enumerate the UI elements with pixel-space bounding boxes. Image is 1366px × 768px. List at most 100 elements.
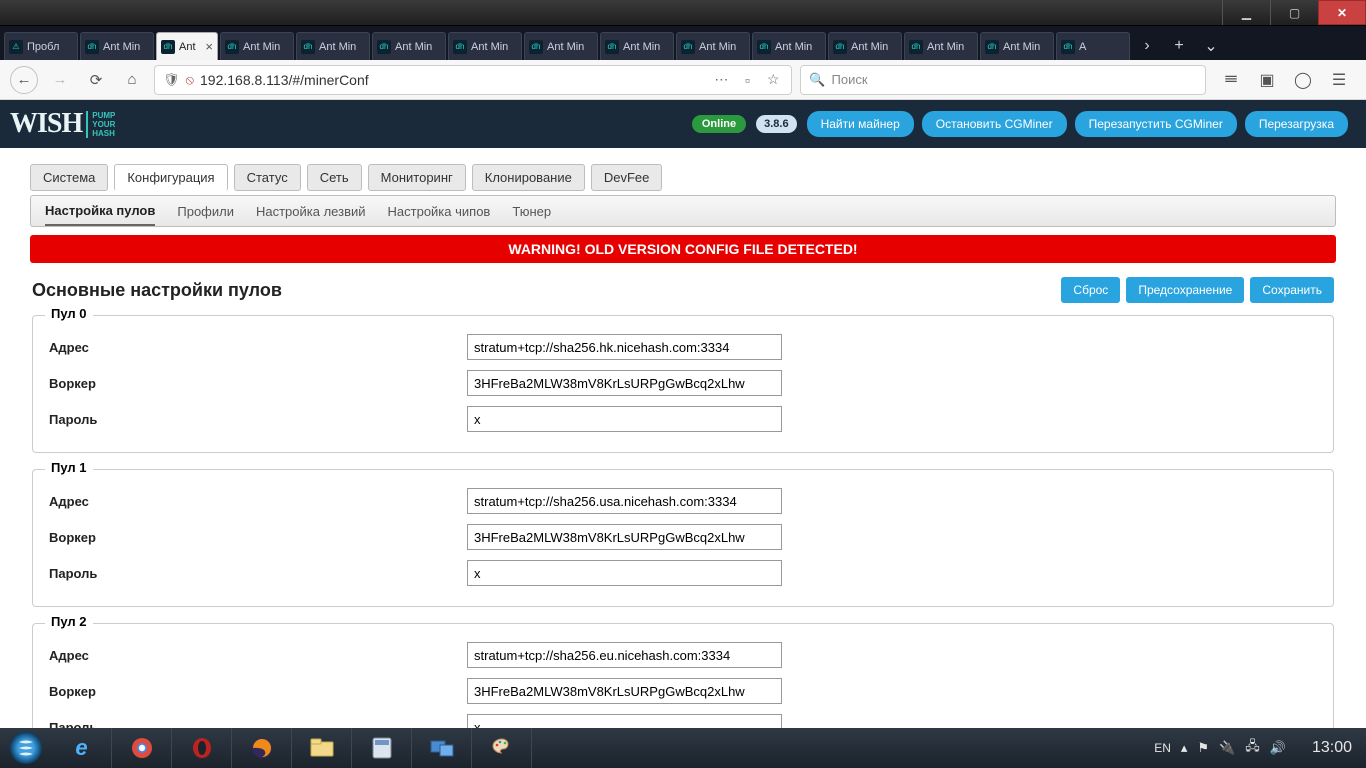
- browser-tab[interactable]: dhA: [1056, 32, 1130, 60]
- primary-tab[interactable]: Система: [30, 164, 108, 191]
- logo-sub1: PUMP: [92, 111, 115, 120]
- browser-tab[interactable]: dhAnt Min: [676, 32, 750, 60]
- secondary-tab[interactable]: Настройка чипов: [388, 198, 491, 225]
- field-label: Пароль: [47, 720, 467, 729]
- header-action-button[interactable]: Перезагрузка: [1245, 111, 1348, 137]
- pool-password-input[interactable]: [467, 714, 782, 728]
- browser-tab-label: Ant Min: [775, 41, 821, 53]
- pool-address-input[interactable]: [467, 642, 782, 668]
- bookmark-icon[interactable]: ☆: [763, 71, 783, 88]
- primary-tab[interactable]: Мониторинг: [368, 164, 466, 191]
- task-explorer[interactable]: [292, 728, 352, 768]
- site-icon: dh: [453, 40, 467, 54]
- site-icon: dh: [529, 40, 543, 54]
- primary-tab[interactable]: Статус: [234, 164, 301, 191]
- tray-lang[interactable]: EN: [1154, 741, 1171, 755]
- nav-forward-button[interactable]: →: [46, 66, 74, 94]
- task-calc[interactable]: [352, 728, 412, 768]
- field-label: Адрес: [47, 494, 467, 509]
- pool-worker-input[interactable]: [467, 524, 782, 550]
- windows-taskbar: e EN ▴ ⚑ 🔌 🖧 🔊 13:00: [0, 728, 1366, 768]
- tray-battery-icon[interactable]: 🔌: [1219, 740, 1235, 756]
- url-more-icon[interactable]: ⋯: [711, 71, 731, 88]
- pool-legend: Пул 0: [45, 306, 93, 321]
- browser-tab[interactable]: dhAnt Min: [80, 32, 154, 60]
- pool-legend: Пул 1: [45, 460, 93, 475]
- tray-up-icon[interactable]: ▴: [1181, 740, 1188, 756]
- nav-reload-button[interactable]: ⟳: [82, 66, 110, 94]
- pool-password-input[interactable]: [467, 560, 782, 586]
- browser-tab[interactable]: dhAnt Min: [220, 32, 294, 60]
- version-badge: 3.8.6: [756, 115, 796, 133]
- browser-tab[interactable]: dh Ant Min: [448, 32, 522, 60]
- browser-tab[interactable]: dhAnt×: [156, 32, 218, 60]
- taskbar-clock[interactable]: 13:00: [1298, 739, 1366, 757]
- pool-fieldset: Пул 2АдресВоркерПароль: [32, 623, 1334, 728]
- start-button[interactable]: [10, 732, 42, 764]
- header-action-button[interactable]: Найти майнер: [807, 111, 914, 137]
- os-maximize-button[interactable]: ▢: [1270, 0, 1318, 25]
- browser-tab-label: Ant Min: [1003, 41, 1049, 53]
- tray-network-icon[interactable]: 🖧: [1245, 737, 1260, 759]
- header-action-button[interactable]: Перезапустить CGMiner: [1075, 111, 1237, 137]
- nav-back-button[interactable]: ←: [10, 66, 38, 94]
- pool-address-input[interactable]: [467, 334, 782, 360]
- url-bar[interactable]: 🛡 ⦸ 192.168.8.113/#/minerConf ⋯ ▫ ☆: [154, 65, 792, 95]
- logo-sub3: HASH: [92, 129, 115, 138]
- tabs-menu-icon[interactable]: ⌄: [1196, 32, 1226, 60]
- site-icon: dh: [301, 40, 315, 54]
- browser-tab[interactable]: dhAnt Min: [372, 32, 446, 60]
- sidebar-icon[interactable]: ▣: [1254, 67, 1280, 93]
- browser-tab[interactable]: dhAnt Min: [904, 32, 978, 60]
- new-tab-button[interactable]: +: [1164, 32, 1194, 60]
- control-button[interactable]: Сброс: [1061, 277, 1120, 303]
- os-close-button[interactable]: ✕: [1318, 0, 1366, 25]
- task-paint[interactable]: [472, 728, 532, 768]
- menu-icon[interactable]: ☰: [1326, 67, 1352, 93]
- browser-tab[interactable]: ⚠Пробл: [4, 32, 78, 60]
- browser-tab[interactable]: dhAnt Min: [828, 32, 902, 60]
- primary-tab[interactable]: Клонирование: [472, 164, 585, 191]
- pool-address-input[interactable]: [467, 488, 782, 514]
- browser-tab[interactable]: dhAnt Min: [524, 32, 598, 60]
- task-ie[interactable]: e: [52, 728, 112, 768]
- reader-icon[interactable]: ▫: [737, 72, 757, 88]
- os-minimize-button[interactable]: ▁: [1222, 0, 1270, 25]
- secondary-tab[interactable]: Тюнер: [512, 198, 551, 225]
- account-icon[interactable]: ◯: [1290, 67, 1316, 93]
- primary-tab[interactable]: Конфигурация: [114, 164, 227, 191]
- close-icon[interactable]: ×: [205, 39, 213, 54]
- task-firefox[interactable]: [232, 728, 292, 768]
- browser-tab[interactable]: dhAnt Min: [752, 32, 826, 60]
- secondary-tab[interactable]: Настройка пулов: [45, 197, 155, 226]
- header-action-button[interactable]: Остановить CGMiner: [922, 111, 1067, 137]
- system-tray[interactable]: EN ▴ ⚑ 🔌 🖧 🔊: [1142, 737, 1298, 759]
- shield-icon: 🛡: [163, 72, 180, 88]
- warning-icon: ⚠: [9, 40, 23, 54]
- task-devices[interactable]: [412, 728, 472, 768]
- pool-worker-input[interactable]: [467, 678, 782, 704]
- task-chrome[interactable]: [112, 728, 172, 768]
- browser-tab-label: Ant Min: [471, 41, 517, 53]
- pool-password-input[interactable]: [467, 406, 782, 432]
- control-button[interactable]: Сохранить: [1250, 277, 1334, 303]
- site-icon: dh: [833, 40, 847, 54]
- library-icon[interactable]: 𝍢: [1218, 67, 1244, 93]
- browser-tab[interactable]: dhAnt Min: [980, 32, 1054, 60]
- browser-tab-label: Ant: [179, 41, 201, 53]
- control-button[interactable]: Предсохранение: [1126, 277, 1244, 303]
- search-box[interactable]: 🔍 Поиск: [800, 65, 1206, 95]
- tabs-overflow-icon[interactable]: ›: [1132, 32, 1162, 60]
- primary-tab[interactable]: Сеть: [307, 164, 362, 191]
- tray-volume-icon[interactable]: 🔊: [1270, 740, 1286, 756]
- field-label: Пароль: [47, 566, 467, 581]
- primary-tab[interactable]: DevFee: [591, 164, 663, 191]
- pool-worker-input[interactable]: [467, 370, 782, 396]
- nav-home-button[interactable]: ⌂: [118, 66, 146, 94]
- task-opera[interactable]: [172, 728, 232, 768]
- secondary-tab[interactable]: Настройка лезвий: [256, 198, 366, 225]
- browser-tab[interactable]: dhAnt Min: [600, 32, 674, 60]
- tray-flag-icon[interactable]: ⚑: [1197, 740, 1209, 756]
- browser-tab[interactable]: dhAnt Min: [296, 32, 370, 60]
- secondary-tab[interactable]: Профили: [177, 198, 234, 225]
